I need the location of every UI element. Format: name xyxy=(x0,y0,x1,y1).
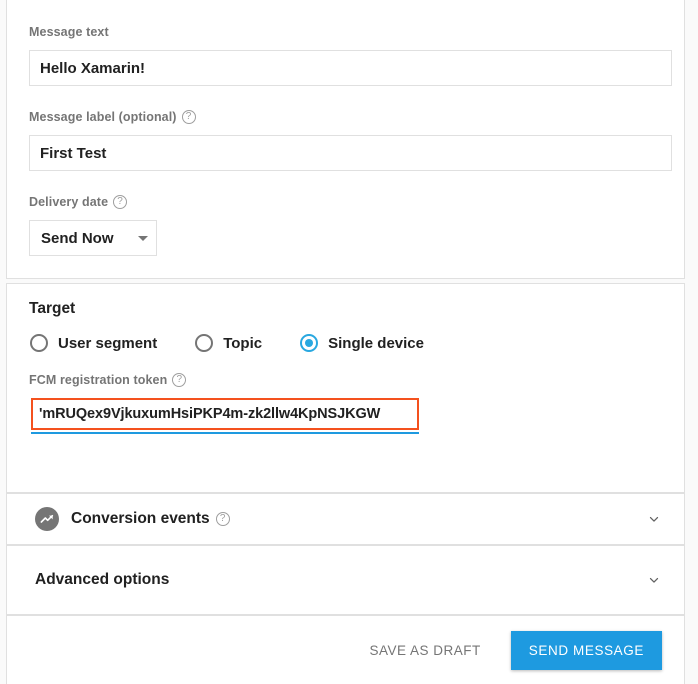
trending-up-circle-icon xyxy=(35,507,59,531)
delivery-date-label-text: Delivery date xyxy=(29,195,108,209)
advanced-options-card: Advanced options xyxy=(6,545,685,615)
target-radio-group: User segment Topic Single device xyxy=(30,334,424,352)
fcm-token-input[interactable]: 'mRUQex9VjkuxumHsiPKP4m-zk2llw4KpNSJKGW xyxy=(31,398,419,430)
conversion-events-card: Conversion events ? xyxy=(6,493,685,545)
message-label-label-text: Message label (optional) xyxy=(29,110,177,124)
conversion-events-row[interactable]: Conversion events ? xyxy=(7,494,684,544)
notification-composer-page: Message text Hello Xamarin! Message labe… xyxy=(0,0,698,684)
fcm-token-label: FCM registration token ? xyxy=(29,373,186,387)
radio-mark-topic xyxy=(195,334,213,352)
radio-label-user-segment: User segment xyxy=(58,335,157,352)
footer-actions-card: SAVE AS DRAFT SEND MESSAGE xyxy=(6,615,685,684)
advanced-options-title: Advanced options xyxy=(35,571,169,589)
radio-user-segment[interactable]: User segment xyxy=(30,334,157,352)
radio-mark-user-segment xyxy=(30,334,48,352)
message-details-card: Message text Hello Xamarin! Message labe… xyxy=(6,0,685,279)
message-text-label-text: Message text xyxy=(29,25,109,39)
chevron-down-icon-delivery-date xyxy=(138,236,148,241)
delivery-date-label: Delivery date ? xyxy=(29,195,127,209)
message-label-label: Message label (optional) ? xyxy=(29,110,196,124)
help-circle-icon-delivery-date[interactable]: ? xyxy=(113,195,127,209)
delivery-date-selected-value: Send Now xyxy=(41,230,132,247)
save-as-draft-button[interactable]: SAVE AS DRAFT xyxy=(361,633,488,668)
radio-label-topic: Topic xyxy=(223,335,262,352)
advanced-options-row[interactable]: Advanced options xyxy=(7,546,684,614)
message-label-input[interactable]: First Test xyxy=(29,135,672,171)
footer-button-group: SAVE AS DRAFT SEND MESSAGE xyxy=(361,616,662,684)
fcm-token-label-text: FCM registration token xyxy=(29,373,167,387)
advanced-options-title-group: Advanced options xyxy=(35,571,169,589)
help-circle-icon-message-label[interactable]: ? xyxy=(182,110,196,124)
fcm-token-field-wrapper: 'mRUQex9VjkuxumHsiPKP4m-zk2llw4KpNSJKGW xyxy=(31,398,419,430)
send-message-button[interactable]: SEND MESSAGE xyxy=(511,631,662,670)
target-card: Target User segment Topic Single device … xyxy=(6,283,685,493)
radio-topic[interactable]: Topic xyxy=(195,334,262,352)
delivery-date-select[interactable]: Send Now xyxy=(29,220,157,256)
fcm-token-focus-underline xyxy=(31,432,419,434)
chevron-down-icon-advanced-options[interactable] xyxy=(646,572,662,588)
radio-label-single-device: Single device xyxy=(328,335,424,352)
fcm-token-value: 'mRUQex9VjkuxumHsiPKP4m-zk2llw4KpNSJKGW xyxy=(39,406,380,422)
conversion-events-title-group: Conversion events ? xyxy=(71,510,230,528)
help-circle-icon-fcm-token[interactable]: ? xyxy=(172,373,186,387)
radio-single-device[interactable]: Single device xyxy=(300,334,424,352)
help-circle-icon-conversion-events[interactable]: ? xyxy=(216,512,230,526)
target-section-title: Target xyxy=(29,300,75,318)
message-text-input[interactable]: Hello Xamarin! xyxy=(29,50,672,86)
message-text-value: Hello Xamarin! xyxy=(40,60,145,77)
message-text-label: Message text xyxy=(29,25,109,39)
message-label-value: First Test xyxy=(40,145,106,162)
chevron-down-icon-conversion-events[interactable] xyxy=(646,511,662,527)
conversion-events-title: Conversion events xyxy=(71,510,210,528)
radio-mark-single-device xyxy=(300,334,318,352)
